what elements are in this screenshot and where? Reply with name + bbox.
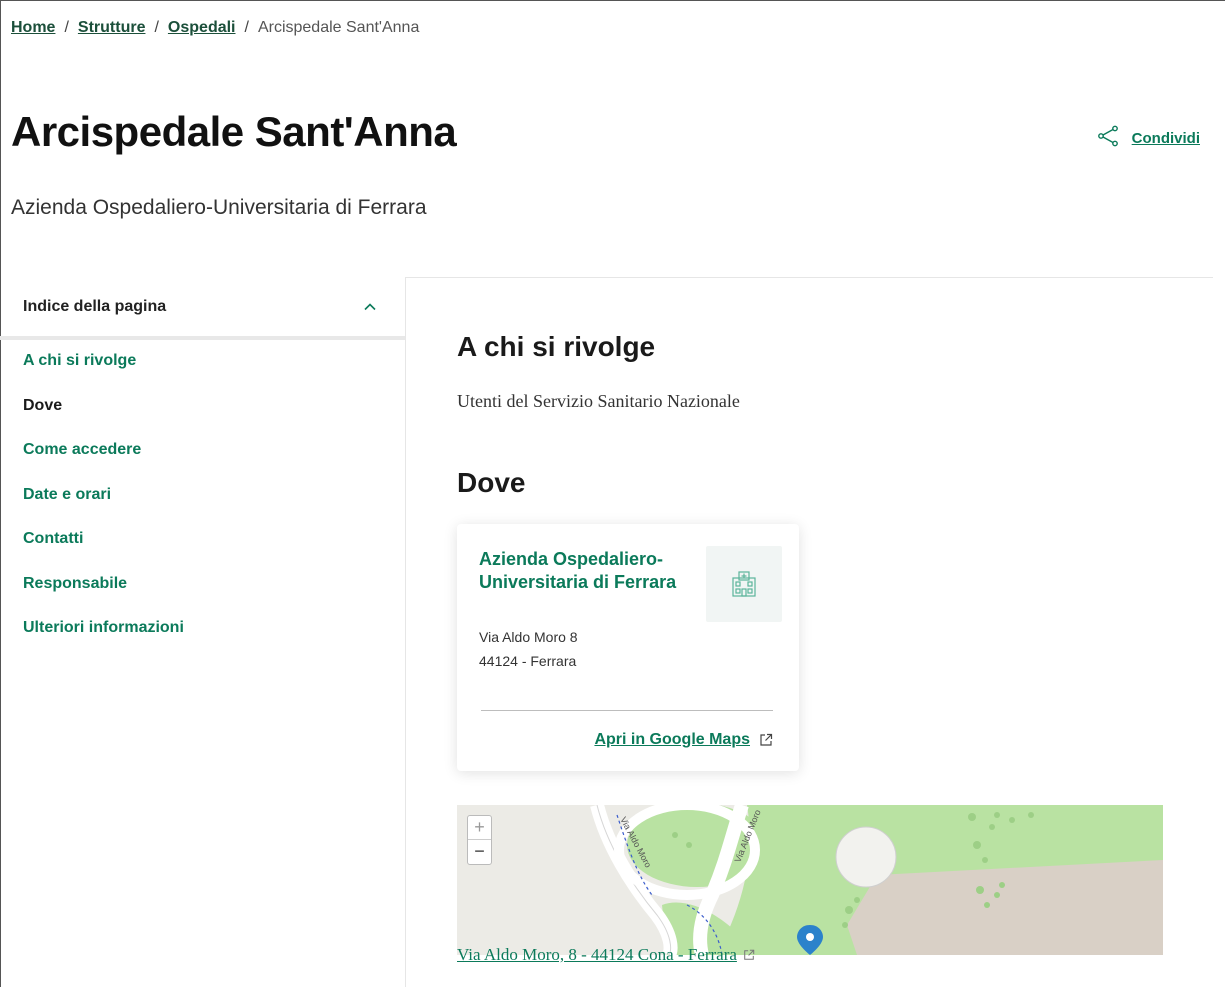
map-address-link[interactable]: Via Aldo Moro, 8 - 44124 Cona - Ferrara <box>457 945 737 965</box>
google-maps-action[interactable]: Apri in Google Maps <box>594 731 773 749</box>
page-title: Arcispedale Sant'Anna <box>11 108 457 155</box>
breadcrumb-home[interactable]: Home <box>11 19 55 37</box>
location-card-title[interactable]: Azienda Ospedaliero-Universitaria di Fer… <box>479 548 679 594</box>
breadcrumb: Home / Strutture / Ospedali / Arcispedal… <box>11 19 419 37</box>
toc-item-ulteriori-informazioni[interactable]: Ulteriori informazioni <box>23 619 184 664</box>
zoom-in-button[interactable]: + <box>468 816 491 840</box>
hospital-icon <box>706 546 782 622</box>
toc-item-contatti[interactable]: Contatti <box>23 530 184 575</box>
location-map[interactable]: Via Aldo Moro Via Aldo Moro + − <box>457 805 1163 955</box>
toc-item-responsabile[interactable]: Responsabile <box>23 575 184 620</box>
section-heading-a-chi-si-rivolge: A chi si rivolge <box>457 331 656 362</box>
share-action[interactable]: Condividi <box>1096 124 1200 153</box>
toc-item-come-accedere[interactable]: Come accedere <box>23 441 184 486</box>
location-card: Azienda Ospedaliero-Universitaria di Fer… <box>457 524 799 771</box>
breadcrumb-ospedali[interactable]: Ospedali <box>168 19 236 37</box>
breadcrumb-separator: / <box>154 19 159 36</box>
zoom-out-button[interactable]: − <box>468 840 491 864</box>
map-caption: Via Aldo Moro, 8 - 44124 Cona - Ferrara <box>457 945 755 965</box>
toc-item-dove[interactable]: Dove <box>23 397 184 442</box>
share-icon[interactable] <box>1096 124 1120 153</box>
content-divider <box>405 277 1213 278</box>
breadcrumb-separator: / <box>244 19 249 36</box>
toc-toggle[interactable]: Indice della pagina <box>0 278 405 340</box>
location-card-address: Via Aldo Moro 8 44124 - Ferrara <box>479 625 578 673</box>
breadcrumb-current: Arcispedale Sant'Anna <box>257 19 420 36</box>
toc-list: A chi si rivolge Dove Come accedere Date… <box>23 352 184 664</box>
breadcrumb-strutture[interactable]: Strutture <box>78 19 146 37</box>
card-divider <box>481 710 773 711</box>
open-google-maps-link[interactable]: Apri in Google Maps <box>594 731 750 749</box>
map-tiles: Via Aldo Moro Via Aldo Moro <box>457 805 1163 955</box>
page-subtitle: Azienda Ospedaliero-Universitaria di Fer… <box>11 196 427 219</box>
chevron-up-icon[interactable] <box>363 300 377 314</box>
address-street: Via Aldo Moro 8 <box>479 629 578 645</box>
address-city: 44124 - Ferrara <box>479 653 577 669</box>
external-link-icon[interactable] <box>759 733 773 747</box>
map-zoom-control: + − <box>467 815 492 865</box>
external-link-icon[interactable] <box>743 949 755 961</box>
breadcrumb-separator: / <box>64 19 69 36</box>
sidebar-divider <box>405 277 406 987</box>
toc-title: Indice della pagina <box>23 298 167 315</box>
section-heading-dove: Dove <box>457 467 526 498</box>
section-text-a-chi-si-rivolge: Utenti del Servizio Sanitario Nazionale <box>457 391 740 411</box>
toc-item-date-e-orari[interactable]: Date e orari <box>23 486 184 531</box>
toc-item-a-chi-si-rivolge[interactable]: A chi si rivolge <box>23 352 184 397</box>
share-link[interactable]: Condividi <box>1132 130 1200 147</box>
